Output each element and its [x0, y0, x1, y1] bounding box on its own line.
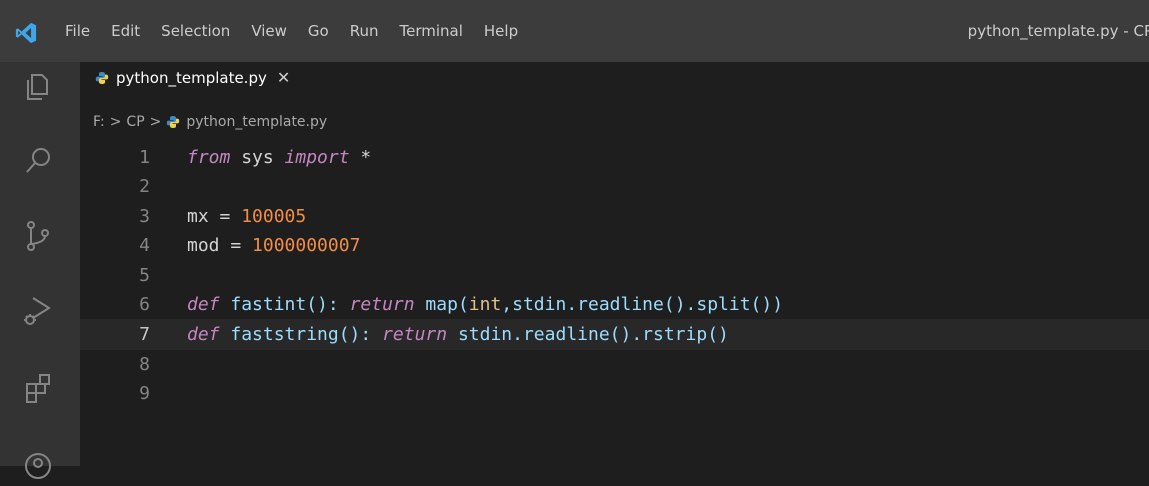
code-token: from	[187, 147, 231, 168]
line-number: 5	[139, 264, 150, 286]
code-token: fastint():	[219, 293, 350, 315]
code-token: map(	[414, 293, 469, 315]
run-debug-icon[interactable]	[18, 290, 58, 330]
breadcrumb-separator: >	[149, 114, 162, 130]
code-token: =	[208, 205, 242, 227]
menu-terminal[interactable]: Terminal	[400, 22, 463, 40]
code-line[interactable]: 7 def faststring(): return stdin.readline…	[80, 319, 1149, 350]
tab-python-template[interactable]: python_template.py ✕	[95, 68, 290, 87]
tab-bar: python_template.py ✕	[80, 62, 1149, 107]
code-line[interactable]: 2	[80, 172, 1149, 201]
extensions-icon[interactable]	[18, 367, 58, 407]
activity-bar	[0, 62, 80, 479]
breadcrumb: F: > CP > python_template.py	[93, 114, 327, 130]
code-line[interactable]: 9	[80, 379, 1149, 408]
files-icon[interactable]	[18, 67, 58, 107]
code-token: def	[187, 324, 220, 346]
python-file-icon	[95, 71, 109, 84]
code-token: def	[187, 293, 220, 315]
code-line[interactable]: 4 mod = 1000000007	[80, 231, 1149, 260]
code-token: mod	[187, 235, 220, 257]
code-token: *	[349, 147, 372, 168]
code-token: return	[349, 293, 415, 315]
code-token: int	[468, 293, 502, 315]
breadcrumb-file[interactable]: python_template.py	[186, 114, 327, 130]
line-number: 7	[139, 324, 150, 346]
menu-go[interactable]: Go	[308, 22, 329, 40]
line-number: 3	[139, 205, 150, 227]
code-token: return	[382, 324, 448, 346]
account-icon[interactable]	[18, 446, 58, 486]
breadcrumb-separator: >	[109, 114, 122, 130]
code-line[interactable]: 5	[80, 261, 1149, 290]
code-token: import	[284, 147, 350, 168]
code-editor[interactable]: 1 from sys import * 2 3 mx = 100005 4 mod = 10…	[80, 143, 1149, 409]
code-text: from sys import *	[187, 143, 371, 172]
code-token: =	[219, 235, 253, 257]
line-number: 1	[139, 147, 150, 168]
breadcrumb-folder[interactable]: CP	[126, 114, 144, 130]
menu-selection[interactable]: Selection	[161, 22, 230, 40]
source-control-icon[interactable]	[18, 216, 58, 256]
line-number: 2	[139, 176, 150, 198]
title-bar: File Edit Selection View Go Run Terminal…	[0, 0, 1149, 62]
window-title: python_template.py - CP	[967, 22, 1149, 40]
search-icon[interactable]	[18, 141, 58, 181]
vscode-logo[interactable]	[15, 22, 37, 44]
code-line[interactable]: 1 from sys import *	[80, 143, 1149, 172]
code-text: def fastint(): return map(int,stdin.read…	[187, 290, 783, 319]
menu-edit[interactable]: Edit	[111, 22, 140, 40]
python-file-icon	[167, 116, 180, 128]
menu-view[interactable]: View	[251, 22, 287, 40]
tab-label: python_template.py	[116, 68, 267, 87]
code-text: def faststring(): return stdin.readline(…	[187, 320, 729, 349]
code-token: 100005	[241, 205, 307, 227]
code-token: mx	[187, 205, 209, 227]
menu-help[interactable]: Help	[484, 22, 518, 40]
code-text: mx = 100005	[187, 202, 306, 231]
menu-file[interactable]: File	[65, 22, 90, 40]
line-number: 9	[139, 383, 150, 405]
code-token: 1000000007	[252, 235, 361, 257]
menu-run[interactable]: Run	[350, 22, 379, 40]
code-text: mod = 1000000007	[187, 231, 360, 260]
breadcrumb-drive[interactable]: F:	[93, 114, 105, 130]
menu-bar: File Edit Selection View Go Run Terminal…	[65, 22, 539, 40]
code-line[interactable]: 8	[80, 350, 1149, 379]
line-number: 8	[139, 353, 150, 375]
code-token: stdin.readline().rstrip()	[447, 324, 729, 346]
line-number: 4	[139, 235, 150, 257]
code-line[interactable]: 6 def fastint(): return map(int,stdin.rea…	[80, 290, 1149, 319]
code-token: sys	[230, 147, 285, 168]
line-number: 6	[139, 293, 150, 315]
code-line[interactable]: 3 mx = 100005	[80, 202, 1149, 231]
code-token: ,stdin.readline().split())	[501, 293, 784, 315]
code-token: faststring():	[219, 324, 383, 346]
close-icon[interactable]: ✕	[277, 68, 290, 87]
